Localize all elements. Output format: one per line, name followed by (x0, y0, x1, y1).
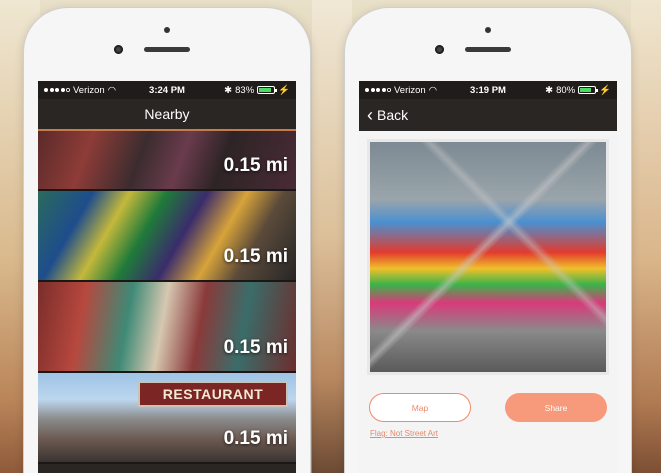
detail-screen: Verizon ◠ 3:19 PM ✱ 80% ⚡ ‹ Back Map Sha… (359, 81, 617, 473)
share-button[interactable]: Share (505, 393, 607, 422)
detail-content: Map Share Flag: Not Street Art (359, 131, 617, 473)
earpiece-speaker (465, 47, 511, 52)
battery-percent: 80% (556, 84, 576, 96)
phone-nearby: Verizon ◠ 3:24 PM ✱ 83% ⚡ Nearby 0.15 mi… (24, 8, 310, 473)
front-camera-dot (164, 27, 170, 33)
distance-label: 0.15 mi (223, 337, 288, 358)
back-label: Back (377, 107, 409, 123)
battery-icon (257, 86, 278, 94)
charging-icon: ⚡ (599, 84, 611, 96)
list-item[interactable]: RESTAURANT 0.15 mi (38, 373, 296, 464)
status-bar: Verizon ◠ 3:24 PM ✱ 83% ⚡ (38, 81, 296, 99)
battery-percent: 83% (235, 84, 255, 96)
front-camera-dot (485, 27, 491, 33)
distance-label: 0.15 mi (223, 246, 288, 267)
list-item[interactable]: 0.15 mi (38, 191, 296, 282)
carrier-label: Verizon (394, 84, 426, 96)
carrier-label: Verizon (73, 84, 105, 96)
back-button[interactable]: ‹ Back (359, 99, 617, 131)
status-bar: Verizon ◠ 3:19 PM ✱ 80% ⚡ (359, 81, 617, 99)
wifi-icon: ◠ (428, 84, 437, 96)
signal-strength-icon (44, 88, 70, 92)
bluetooth-icon: ✱ (545, 84, 554, 96)
nearby-screen: Verizon ◠ 3:24 PM ✱ 83% ⚡ Nearby 0.15 mi… (38, 81, 296, 473)
distance-label: 0.15 mi (223, 155, 288, 176)
signal-strength-icon (365, 88, 391, 92)
chevron-left-icon: ‹ (367, 105, 373, 125)
phone-detail: Verizon ◠ 3:19 PM ✱ 80% ⚡ ‹ Back Map Sha… (345, 8, 631, 473)
flag-not-street-art-link[interactable]: Flag: Not Street Art (370, 429, 438, 438)
map-button[interactable]: Map (369, 393, 471, 422)
action-buttons: Map Share (369, 393, 607, 422)
earpiece-speaker (144, 47, 190, 52)
distance-label: 0.15 mi (223, 428, 288, 449)
list-item[interactable]: 0.15 mi (38, 282, 296, 373)
background-blur-right (631, 0, 661, 473)
battery-icon (578, 86, 599, 94)
front-camera-lens (114, 45, 123, 54)
list-item[interactable]: 0.15 mi (38, 131, 296, 191)
bluetooth-icon: ✱ (224, 84, 233, 96)
nav-title: Nearby (38, 99, 296, 131)
charging-icon: ⚡ (278, 84, 290, 96)
street-art-photo (367, 139, 609, 375)
front-camera-lens (435, 45, 444, 54)
wifi-icon: ◠ (107, 84, 116, 96)
restaurant-sign: RESTAURANT (138, 381, 288, 407)
